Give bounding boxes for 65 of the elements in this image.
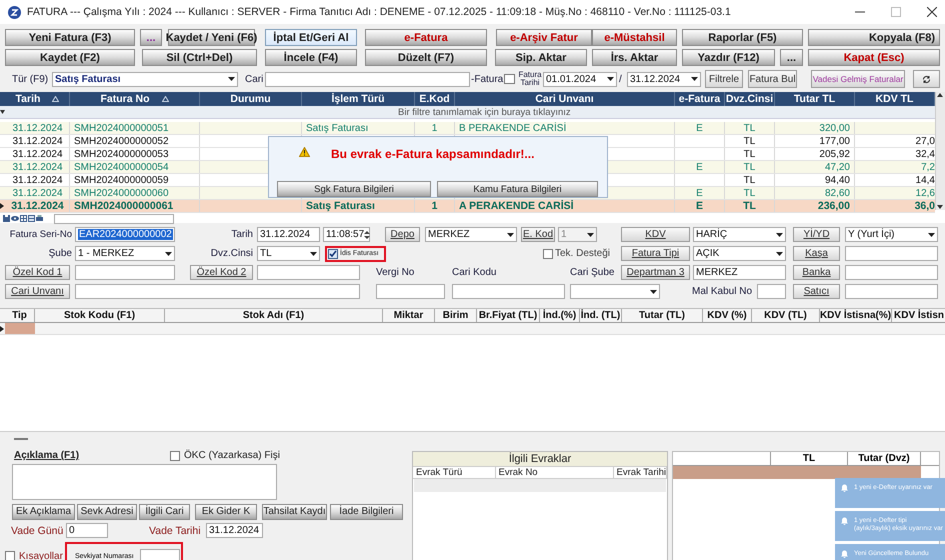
table-cell: 320,00 (775, 122, 855, 134)
table-cell: 1 (415, 200, 455, 212)
separator: / (619, 74, 623, 84)
table-cell: E (675, 161, 725, 173)
date-filter-label: Fatura Tarihi (517, 71, 543, 87)
tax-label: Vergi No (376, 267, 416, 278)
currency-label: Dvz.Cinsi (210, 248, 253, 259)
table-cell: 47,20 (775, 161, 855, 173)
table-cell: 205,92 (775, 148, 855, 160)
table-cell-text: 36,0 (914, 200, 935, 212)
table-cell: 177,00 (775, 135, 855, 147)
customer-label: Cari (245, 74, 264, 84)
due-date-label: Vade Tarihi (149, 524, 202, 536)
table-cell: 236,00 (775, 200, 855, 212)
type-label: Tür (F9) (12, 74, 50, 84)
customer-code-label: Cari Kodu (452, 267, 498, 278)
checkbox-label: ÖKC (Yazarkasa) Fişi (184, 450, 280, 461)
table-cell: 31.12.2024 (6, 200, 70, 212)
table-cell: 31.12.2024 (6, 135, 70, 147)
table-cell: A PERAKENDE CARİSİ (455, 200, 675, 212)
table-cell: SMH2024000000060 (70, 187, 200, 199)
table-cell: 82,60 (775, 187, 855, 199)
window-title: FATURA --- Çalışma Yılı : 2024 --- Kullanıcı : SERVER - Firma Tanıtıcı Adı : DENEME - 07.12.2025 - 11:09:18 - Müş.No : 468110 - Ver.No : 111125-03.1 (27, 6, 731, 18)
table-cell: E (675, 122, 725, 134)
table-cell: SMH2024000000053 (70, 148, 200, 160)
table-cell: TL (725, 122, 775, 134)
table-cell: 31.12.2024 (6, 187, 70, 199)
table-cell: TL (725, 187, 775, 199)
panel-title: İlgili Evraklar (413, 452, 667, 466)
table-cell-text: 14,4 (914, 174, 935, 186)
table-cell: TL (725, 148, 775, 160)
table-cell: B PERAKENDE CARİSİ (455, 122, 675, 134)
table-cell: Satış Faturası (302, 200, 415, 212)
warning-message: Bu evrak e-Fatura kapsamındadır!... (331, 147, 534, 161)
table-cell: TL (725, 161, 775, 173)
date-label: Tarih (230, 229, 253, 240)
table-cell: 31.12.2024 (6, 148, 70, 160)
table-cell: 1 (415, 122, 455, 134)
table-cell: SMH2024000000054 (70, 161, 200, 173)
serial-label: Fatura Seri-No (8, 229, 72, 240)
table-cell: 31.12.2024 (6, 122, 70, 134)
branch-label: Şube (48, 248, 72, 259)
table-cell: SMH2024000000061 (70, 200, 200, 212)
table-cell-text: 7,2 (920, 161, 935, 173)
table-cell: SMH2024000000051 (70, 122, 200, 134)
table-cell: SMH2024000000052 (70, 135, 200, 147)
table-cell: E (675, 187, 725, 199)
e-invoice-label: -Fatura (471, 74, 501, 84)
table-cell: 31.12.2024 (6, 174, 70, 186)
table-cell-text: 32,4 (914, 148, 935, 160)
table-cell: Satış Faturası (302, 122, 415, 134)
table-cell: 94,40 (775, 174, 855, 186)
table-cell: SMH2024000000059 (70, 174, 200, 186)
table-cell-text: 27,0 (914, 135, 935, 147)
table-cell-text: 12,6 (914, 187, 935, 199)
table-cell: E (675, 200, 725, 212)
note-label: Açıklama (F1) (14, 450, 80, 461)
table-cell: TL (725, 135, 775, 147)
due-days-label: Vade Günü (11, 524, 64, 536)
table-cell: 31.12.2024 (6, 161, 70, 173)
acceptance-label: Mal Kabul No (692, 286, 754, 297)
customer-branch-label: Cari Şube (570, 267, 616, 278)
table-cell: TL (725, 174, 775, 186)
table-cell: TL (725, 200, 775, 212)
checkbox-label: Tek. Desteği (555, 248, 610, 259)
